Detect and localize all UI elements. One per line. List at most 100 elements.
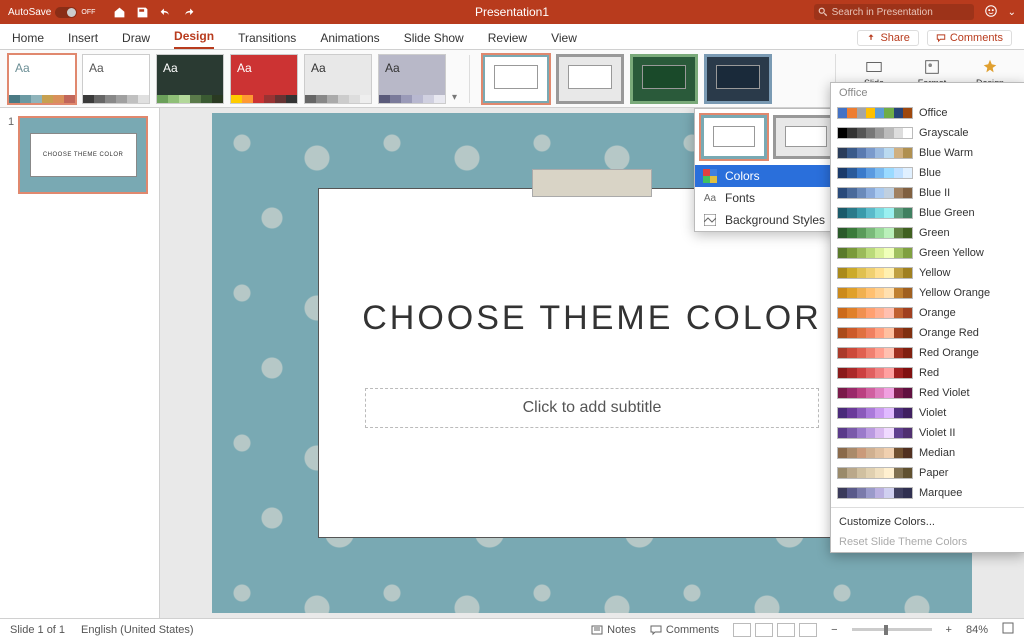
color-scheme-item[interactable]: Red Orange xyxy=(831,343,1024,363)
theme-option[interactable]: Aa xyxy=(8,54,76,104)
variant-option[interactable] xyxy=(482,54,550,104)
theme-option[interactable]: Aa xyxy=(230,54,298,104)
tab-view[interactable]: View xyxy=(551,31,577,49)
color-scheme-item[interactable]: Green xyxy=(831,223,1024,243)
customize-colors-item[interactable]: Customize Colors... xyxy=(831,512,1024,532)
tab-animations[interactable]: Animations xyxy=(320,31,379,49)
slide-thumbnails-panel: 1 CHOOSE THEME COLOR xyxy=(0,108,160,618)
slide-tab-decoration xyxy=(532,169,652,197)
chevron-down-icon[interactable]: ⌄ xyxy=(1008,7,1016,18)
variant-option[interactable] xyxy=(556,54,624,104)
format-bg-icon xyxy=(923,58,941,76)
undo-icon[interactable] xyxy=(159,6,172,19)
thumbnail-number: 1 xyxy=(8,116,14,194)
color-scheme-item[interactable]: Blue Green xyxy=(831,203,1024,223)
submenu-separator xyxy=(831,507,1024,508)
thumbnail-text: CHOOSE THEME COLOR xyxy=(30,133,137,177)
search-input[interactable]: Search in Presentation xyxy=(814,4,974,20)
color-scheme-item[interactable]: Violet II xyxy=(831,423,1024,443)
color-scheme-item[interactable]: Marquee xyxy=(831,483,1024,503)
theme-option[interactable]: Aa xyxy=(82,54,150,104)
autosave-state: OFF xyxy=(81,9,95,16)
color-scheme-label: Red xyxy=(919,367,939,379)
theme-option[interactable]: Aa xyxy=(378,54,446,104)
colors-icon xyxy=(703,169,717,183)
color-scheme-item[interactable]: Violet xyxy=(831,403,1024,423)
color-scheme-item[interactable]: Blue xyxy=(831,163,1024,183)
color-scheme-item[interactable]: Yellow xyxy=(831,263,1024,283)
account-icon[interactable] xyxy=(984,4,998,21)
colors-submenu: Office Office Grayscale Blue Warm Blue Blue … xyxy=(830,82,1024,553)
thumbnail-preview[interactable]: CHOOSE THEME COLOR xyxy=(18,116,148,194)
search-placeholder: Search in Presentation xyxy=(832,7,933,18)
bg-styles-icon xyxy=(703,213,717,227)
autosave-label: AutoSave xyxy=(8,7,51,18)
variant-gallery xyxy=(482,54,772,104)
themes-more-icon[interactable]: ▾ xyxy=(452,92,457,103)
color-scheme-label: Office xyxy=(919,107,948,119)
color-scheme-item[interactable]: Blue II xyxy=(831,183,1024,203)
save-icon[interactable] xyxy=(136,6,149,19)
theme-gallery: AaAaAaAaAaAa xyxy=(8,54,446,104)
notes-toggle[interactable]: Notes xyxy=(591,624,636,636)
zoom-slider[interactable] xyxy=(852,628,932,631)
color-scheme-item[interactable]: Orange xyxy=(831,303,1024,323)
comments-button[interactable]: Comments xyxy=(927,30,1012,46)
color-scheme-item[interactable]: Red Violet xyxy=(831,383,1024,403)
zoom-out-button[interactable]: − xyxy=(831,624,837,636)
language-indicator[interactable]: English (United States) xyxy=(81,624,194,636)
color-scheme-item[interactable]: Paper xyxy=(831,463,1024,483)
redo-icon[interactable] xyxy=(182,6,195,19)
view-slideshow-button[interactable] xyxy=(799,623,817,637)
slide-counter[interactable]: Slide 1 of 1 xyxy=(10,624,65,636)
slide-title[interactable]: CHOOSE THEME COLOR xyxy=(362,299,822,338)
variant-option[interactable] xyxy=(701,115,767,159)
fit-to-window-button[interactable] xyxy=(1002,622,1014,637)
color-scheme-item[interactable]: Blue Warm xyxy=(831,143,1024,163)
color-scheme-label: Green Yellow xyxy=(919,247,984,259)
share-button[interactable]: Share xyxy=(857,30,918,46)
color-scheme-item[interactable]: Yellow Orange xyxy=(831,283,1024,303)
color-scheme-item[interactable]: Median xyxy=(831,443,1024,463)
zoom-level[interactable]: 84% xyxy=(966,624,988,636)
theme-option[interactable]: Aa xyxy=(304,54,372,104)
view-reading-button[interactable] xyxy=(777,623,795,637)
zoom-in-button[interactable]: + xyxy=(946,624,952,636)
color-scheme-item[interactable]: Green Yellow xyxy=(831,243,1024,263)
theme-option[interactable]: Aa xyxy=(156,54,224,104)
tab-insert[interactable]: Insert xyxy=(68,31,98,49)
home-icon[interactable] xyxy=(113,6,126,19)
comments-toggle[interactable]: Comments xyxy=(650,624,719,636)
notes-icon xyxy=(591,624,603,636)
color-scheme-label: Blue II xyxy=(919,187,950,199)
tab-slideshow[interactable]: Slide Show xyxy=(404,31,464,49)
color-scheme-item[interactable]: Red xyxy=(831,363,1024,383)
view-sorter-button[interactable] xyxy=(755,623,773,637)
design-ideas-icon xyxy=(981,58,999,76)
autosave-toggle[interactable]: AutoSave OFF xyxy=(8,7,95,18)
tab-design[interactable]: Design xyxy=(174,29,214,49)
slide-subtitle-placeholder[interactable]: Click to add subtitle xyxy=(365,388,820,428)
search-icon xyxy=(818,7,828,17)
variant-option[interactable] xyxy=(630,54,698,104)
color-scheme-list: Office Grayscale Blue Warm Blue Blue II Blue … xyxy=(831,103,1024,503)
color-scheme-label: Violet xyxy=(919,407,946,419)
tab-review[interactable]: Review xyxy=(488,31,527,49)
color-scheme-label: Yellow Orange xyxy=(919,287,990,299)
color-scheme-item[interactable]: Grayscale xyxy=(831,123,1024,143)
thumbnail-item[interactable]: 1 CHOOSE THEME COLOR xyxy=(8,116,151,194)
color-scheme-item[interactable]: Orange Red xyxy=(831,323,1024,343)
color-scheme-label: Blue Warm xyxy=(919,147,973,159)
qat-icons xyxy=(113,6,195,19)
variant-option[interactable] xyxy=(704,54,772,104)
tab-transitions[interactable]: Transitions xyxy=(238,31,296,49)
color-scheme-label: Grayscale xyxy=(919,127,969,139)
tab-draw[interactable]: Draw xyxy=(122,31,150,49)
slide-content-box: CHOOSE THEME COLOR Click to add subtitle xyxy=(318,188,865,538)
color-scheme-item[interactable]: Office xyxy=(831,103,1024,123)
tab-home[interactable]: Home xyxy=(12,31,44,49)
submenu-header: Office xyxy=(831,83,1024,103)
autosave-switch[interactable] xyxy=(55,7,77,18)
color-scheme-label: Orange Red xyxy=(919,327,979,339)
view-normal-button[interactable] xyxy=(733,623,751,637)
